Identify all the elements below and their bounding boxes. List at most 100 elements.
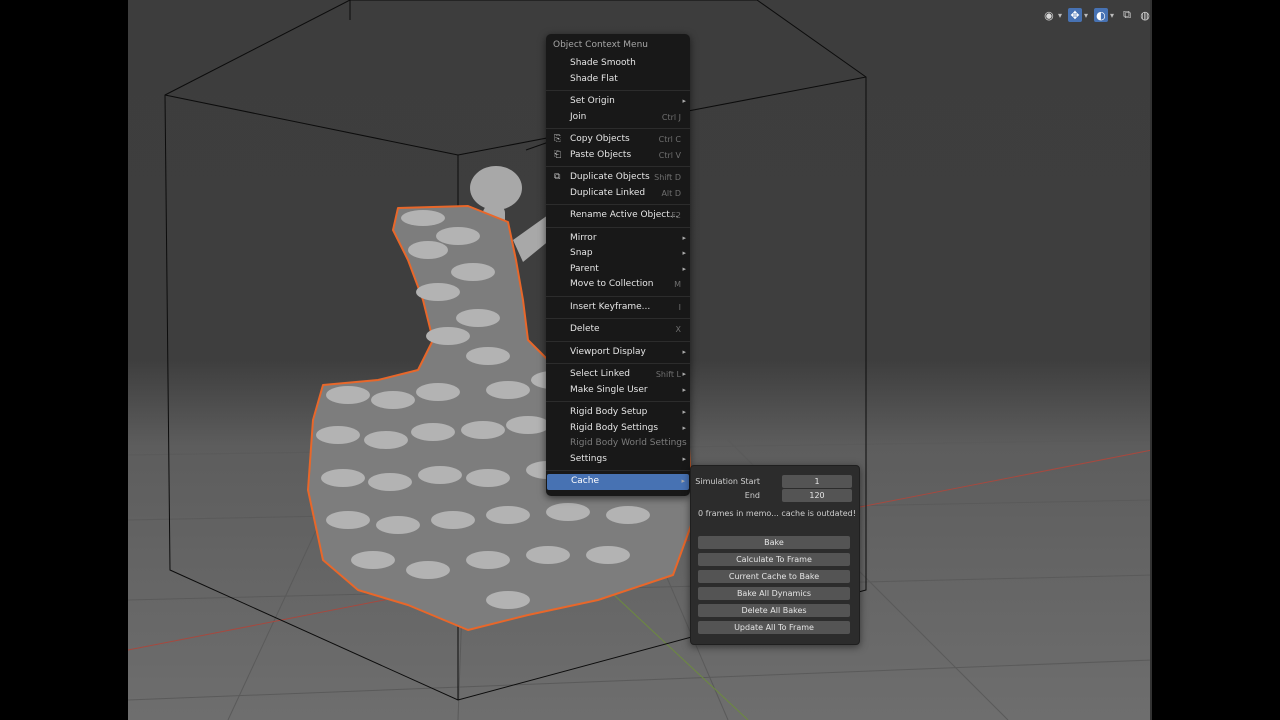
menu-item-shortcut: I xyxy=(678,302,681,312)
menu-item[interactable]: Rigid Body World Settings xyxy=(546,436,690,452)
menu-item[interactable]: Parent ▸ xyxy=(546,262,690,278)
menu-item-label: Paste Objects xyxy=(570,149,632,160)
submenu-arrow-icon: ▸ xyxy=(682,97,686,105)
bake-all-dynamics-button[interactable]: Bake All Dynamics xyxy=(698,587,850,600)
cache-submenu-panel: Simulation Start 1 End 120 0 frames in m… xyxy=(690,465,860,645)
menu-separator xyxy=(546,204,690,205)
menu-item-label: Rigid Body World Settings xyxy=(570,438,687,448)
viewport-header-icons: ◉ ▾ ✥ ▾ ◐ ▾ ⧉ ◍ xyxy=(1042,6,1152,24)
chevron-down-icon[interactable]: ▾ xyxy=(1110,11,1114,20)
menu-item-shortcut: Shift D xyxy=(654,173,681,182)
eye-icon[interactable]: ◉ xyxy=(1042,8,1056,22)
menu-item-label: Shade Smooth xyxy=(570,58,636,68)
menu-separator xyxy=(546,90,690,91)
menu-item-label: Duplicate Objects xyxy=(570,172,650,182)
menu-item-shortcut: Alt D xyxy=(661,188,681,198)
current-cache-to-bake-button[interactable]: Current Cache to Bake xyxy=(698,570,850,583)
menu-item[interactable]: Mirror ▸ xyxy=(546,231,690,247)
menu-separator xyxy=(546,128,690,129)
menu-item-label: Make Single User xyxy=(570,384,648,395)
duplicate-icon: ⧉ xyxy=(554,172,561,182)
gizmo-icon[interactable]: ✥ xyxy=(1067,8,1082,22)
menu-title: Object Context Menu xyxy=(553,40,649,50)
menu-item-label: Rigid Body Setup xyxy=(570,407,648,417)
menu-separator xyxy=(546,401,690,402)
bake-button[interactable]: Bake xyxy=(698,536,850,549)
menu-item-label: Snap xyxy=(570,248,593,258)
menu-item-shortcut: Shift L xyxy=(655,370,681,379)
submenu-arrow-icon: ▸ xyxy=(682,347,686,356)
menu-item[interactable]: Insert Keyframe... I xyxy=(546,300,690,316)
calculate-to-frame-button[interactable]: Calculate To Frame xyxy=(698,553,850,566)
menu-item[interactable]: Viewport Display ▸ xyxy=(546,345,690,361)
simulation-start-label: Simulation Start xyxy=(695,477,760,486)
submenu-arrow-icon: ▸ xyxy=(682,423,686,432)
submenu-arrow-icon: ▸ xyxy=(682,408,686,416)
menu-item-label: Parent xyxy=(570,263,599,274)
menu-item[interactable]: Settings ▸ xyxy=(546,452,690,468)
overlay-icon[interactable]: ◐ xyxy=(1093,8,1108,22)
solid-shading-icon[interactable]: ◍ xyxy=(1138,8,1152,22)
menu-item[interactable]: Duplicate Linked Alt D xyxy=(546,186,690,202)
submenu-arrow-icon: ▸ xyxy=(682,370,686,378)
menu-item-label: Insert Keyframe... xyxy=(570,301,651,312)
menu-item[interactable]: Rename Active Object... F2 xyxy=(546,208,690,224)
menu-separator xyxy=(546,295,690,297)
menu-item-label: Rigid Body Settings xyxy=(570,422,659,433)
menu-item[interactable]: ⎘ Copy Objects Ctrl C xyxy=(546,132,690,148)
menu-item-shortcut: Ctrl C xyxy=(658,135,681,144)
menu-item[interactable]: Cache ▸ xyxy=(547,474,689,490)
copy-icon: ⎘ xyxy=(554,134,562,144)
menu-item-label: Rename Active Object... xyxy=(570,210,679,220)
delete-all-bakes-button[interactable]: Delete All Bakes xyxy=(698,604,850,617)
menu-item[interactable]: Delete X xyxy=(546,322,690,338)
xray-icon[interactable]: ⧉ xyxy=(1120,8,1134,22)
menu-item-label: Viewport Display xyxy=(570,346,646,357)
menu-item[interactable]: Move to Collection M xyxy=(546,277,690,293)
menu-item[interactable]: Shade Flat xyxy=(546,72,690,88)
chevron-down-icon[interactable]: ▾ xyxy=(1058,11,1062,20)
menu-item[interactable]: Rigid Body Setup ▸ xyxy=(546,405,690,421)
menu-item-label: Duplicate Linked xyxy=(570,187,646,198)
menu-item-label: Join xyxy=(570,111,587,122)
simulation-start-field[interactable]: 1 xyxy=(782,475,852,488)
menu-items: Shade Smooth Shade Flat Set Origin ▸ Join Ctr… xyxy=(546,56,690,490)
object-context-menu: Object Context Menu Shade Smooth Shade Fl… xyxy=(546,34,690,496)
end-label: End xyxy=(744,491,760,500)
menu-item-label: Settings xyxy=(570,453,607,464)
menu-item[interactable]: Snap ▸ xyxy=(546,246,690,262)
cache-info-text: 0 frames in memo... cache is outdated! xyxy=(698,509,856,518)
menu-item[interactable]: Set Origin ▸ xyxy=(546,94,690,110)
menu-item-label: Delete xyxy=(570,324,600,334)
menu-item-label: Select Linked xyxy=(570,369,630,379)
submenu-arrow-icon: ▸ xyxy=(682,233,686,242)
chevron-down-icon[interactable]: ▾ xyxy=(1084,11,1088,20)
menu-item-label: Copy Objects xyxy=(570,134,630,144)
menu-separator xyxy=(546,470,690,471)
menu-separator xyxy=(546,363,690,364)
menu-item-shortcut: M xyxy=(674,280,681,289)
menu-item[interactable]: ⎗ Paste Objects Ctrl V xyxy=(546,148,690,164)
submenu-arrow-icon: ▸ xyxy=(682,264,686,273)
menu-item-shortcut: Ctrl J xyxy=(661,112,681,122)
menu-item-shortcut: F2 xyxy=(671,211,681,220)
menu-item[interactable]: Join Ctrl J xyxy=(546,110,690,126)
submenu-arrow-icon: ▸ xyxy=(682,454,686,463)
menu-item[interactable]: Shade Smooth xyxy=(546,56,690,72)
menu-separator xyxy=(546,318,690,319)
simulation-start-row: Simulation Start 1 xyxy=(695,475,852,488)
menu-item[interactable]: Make Single User ▸ xyxy=(546,383,690,399)
menu-item[interactable]: Select Linked Shift L ▸ xyxy=(546,367,690,383)
menu-item-label: Move to Collection xyxy=(570,279,654,289)
end-row: End 120 xyxy=(697,489,852,502)
end-field[interactable]: 120 xyxy=(782,489,852,502)
update-all-to-frame-button[interactable]: Update All To Frame xyxy=(698,621,850,634)
submenu-arrow-icon: ▸ xyxy=(681,477,685,485)
menu-item-label: Mirror xyxy=(570,232,597,243)
menu-separator xyxy=(546,340,690,342)
menu-separator xyxy=(546,166,690,167)
menu-item-label: Shade Flat xyxy=(570,73,618,84)
paste-icon: ⎗ xyxy=(554,149,562,160)
menu-item[interactable]: Rigid Body Settings ▸ xyxy=(546,421,690,437)
menu-item[interactable]: ⧉ Duplicate Objects Shift D xyxy=(546,170,690,186)
